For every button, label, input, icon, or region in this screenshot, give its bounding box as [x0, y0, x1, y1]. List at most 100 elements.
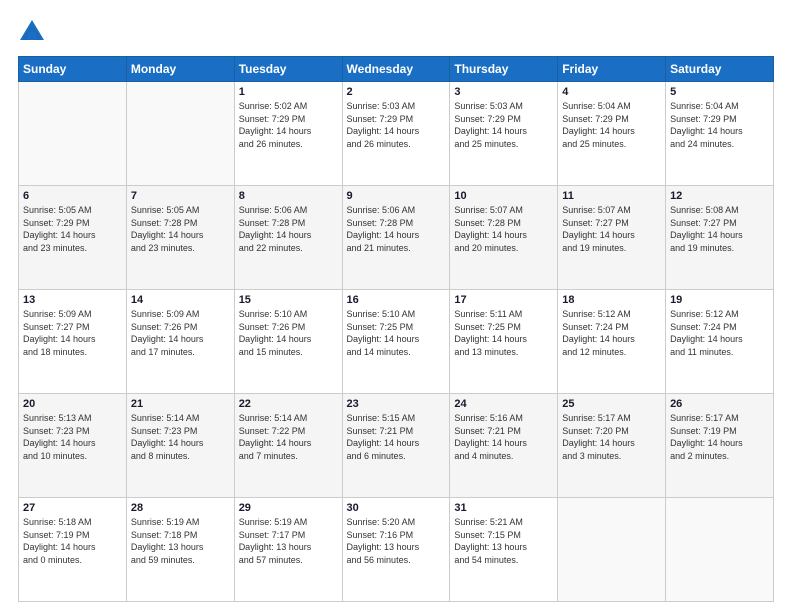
- day-number: 25: [562, 398, 661, 410]
- day-info: Sunrise: 5:05 AM Sunset: 7:28 PM Dayligh…: [131, 204, 230, 254]
- day-info: Sunrise: 5:17 AM Sunset: 7:19 PM Dayligh…: [670, 412, 769, 462]
- day-number: 16: [347, 294, 446, 306]
- day-number: 28: [131, 502, 230, 514]
- calendar-cell: 4 Sunrise: 5:04 AM Sunset: 7:29 PM Daylig…: [558, 82, 666, 186]
- day-number: 14: [131, 294, 230, 306]
- day-number: 2: [347, 86, 446, 98]
- calendar-cell: [558, 498, 666, 602]
- day-info: Sunrise: 5:10 AM Sunset: 7:26 PM Dayligh…: [239, 308, 338, 358]
- day-info: Sunrise: 5:14 AM Sunset: 7:22 PM Dayligh…: [239, 412, 338, 462]
- day-number: 20: [23, 398, 122, 410]
- header-friday: Friday: [558, 57, 666, 82]
- day-info: Sunrise: 5:07 AM Sunset: 7:27 PM Dayligh…: [562, 204, 661, 254]
- day-number: 30: [347, 502, 446, 514]
- calendar-cell: 2 Sunrise: 5:03 AM Sunset: 7:29 PM Daylig…: [342, 82, 450, 186]
- day-number: 12: [670, 190, 769, 202]
- day-number: 7: [131, 190, 230, 202]
- calendar-cell: 10 Sunrise: 5:07 AM Sunset: 7:28 PM Dayli…: [450, 186, 558, 290]
- calendar-cell: 20 Sunrise: 5:13 AM Sunset: 7:23 PM Dayli…: [19, 394, 127, 498]
- calendar-cell: 11 Sunrise: 5:07 AM Sunset: 7:27 PM Dayli…: [558, 186, 666, 290]
- day-number: 17: [454, 294, 553, 306]
- day-number: 19: [670, 294, 769, 306]
- header-thursday: Thursday: [450, 57, 558, 82]
- calendar-cell: [666, 498, 774, 602]
- day-info: Sunrise: 5:08 AM Sunset: 7:27 PM Dayligh…: [670, 204, 769, 254]
- day-number: 27: [23, 502, 122, 514]
- day-info: Sunrise: 5:17 AM Sunset: 7:20 PM Dayligh…: [562, 412, 661, 462]
- day-number: 10: [454, 190, 553, 202]
- calendar-cell: 29 Sunrise: 5:19 AM Sunset: 7:17 PM Dayli…: [234, 498, 342, 602]
- calendar-cell: 22 Sunrise: 5:14 AM Sunset: 7:22 PM Dayli…: [234, 394, 342, 498]
- day-info: Sunrise: 5:04 AM Sunset: 7:29 PM Dayligh…: [670, 100, 769, 150]
- calendar-cell: 15 Sunrise: 5:10 AM Sunset: 7:26 PM Dayli…: [234, 290, 342, 394]
- day-number: 31: [454, 502, 553, 514]
- header: [18, 18, 774, 46]
- calendar-cell: 9 Sunrise: 5:06 AM Sunset: 7:28 PM Daylig…: [342, 186, 450, 290]
- day-number: 21: [131, 398, 230, 410]
- day-info: Sunrise: 5:07 AM Sunset: 7:28 PM Dayligh…: [454, 204, 553, 254]
- calendar-week-row: 6 Sunrise: 5:05 AM Sunset: 7:29 PM Daylig…: [19, 186, 774, 290]
- calendar-cell: 16 Sunrise: 5:10 AM Sunset: 7:25 PM Dayli…: [342, 290, 450, 394]
- calendar-cell: 3 Sunrise: 5:03 AM Sunset: 7:29 PM Daylig…: [450, 82, 558, 186]
- header-tuesday: Tuesday: [234, 57, 342, 82]
- calendar-cell: [19, 82, 127, 186]
- day-number: 13: [23, 294, 122, 306]
- calendar-cell: 14 Sunrise: 5:09 AM Sunset: 7:26 PM Dayli…: [126, 290, 234, 394]
- calendar-cell: 24 Sunrise: 5:16 AM Sunset: 7:21 PM Dayli…: [450, 394, 558, 498]
- day-info: Sunrise: 5:16 AM Sunset: 7:21 PM Dayligh…: [454, 412, 553, 462]
- day-info: Sunrise: 5:21 AM Sunset: 7:15 PM Dayligh…: [454, 516, 553, 566]
- day-info: Sunrise: 5:11 AM Sunset: 7:25 PM Dayligh…: [454, 308, 553, 358]
- header-sunday: Sunday: [19, 57, 127, 82]
- calendar-cell: [126, 82, 234, 186]
- calendar-week-row: 1Sunrise: 5:02 AM Sunset: 7:29 PM Daylig…: [19, 82, 774, 186]
- day-info: Sunrise: 5:13 AM Sunset: 7:23 PM Dayligh…: [23, 412, 122, 462]
- day-number: 3: [454, 86, 553, 98]
- calendar-cell: 18Sunrise: 5:12 AM Sunset: 7:24 PM Dayli…: [558, 290, 666, 394]
- page: Sunday Monday Tuesday Wednesday Thursday…: [0, 0, 792, 612]
- day-info: Sunrise: 5:10 AM Sunset: 7:25 PM Dayligh…: [347, 308, 446, 358]
- day-number: 8: [239, 190, 338, 202]
- calendar-cell: 5 Sunrise: 5:04 AM Sunset: 7:29 PM Daylig…: [666, 82, 774, 186]
- day-number: 4: [562, 86, 661, 98]
- calendar-week-row: 27Sunrise: 5:18 AM Sunset: 7:19 PM Dayli…: [19, 498, 774, 602]
- day-info: Sunrise: 5:05 AM Sunset: 7:29 PM Dayligh…: [23, 204, 122, 254]
- day-info: Sunrise: 5:20 AM Sunset: 7:16 PM Dayligh…: [347, 516, 446, 566]
- calendar-cell: 26 Sunrise: 5:17 AM Sunset: 7:19 PM Dayli…: [666, 394, 774, 498]
- day-number: 29: [239, 502, 338, 514]
- day-info: Sunrise: 5:12 AM Sunset: 7:24 PM Dayligh…: [562, 308, 661, 358]
- calendar-cell: 12 Sunrise: 5:08 AM Sunset: 7:27 PM Dayli…: [666, 186, 774, 290]
- day-info: Sunrise: 5:03 AM Sunset: 7:29 PM Dayligh…: [347, 100, 446, 150]
- logo: [18, 18, 50, 46]
- header-saturday: Saturday: [666, 57, 774, 82]
- calendar-cell: 13Sunrise: 5:09 AM Sunset: 7:27 PM Dayli…: [19, 290, 127, 394]
- calendar-cell: 17 Sunrise: 5:11 AM Sunset: 7:25 PM Dayli…: [450, 290, 558, 394]
- calendar-week-row: 20 Sunrise: 5:13 AM Sunset: 7:23 PM Dayli…: [19, 394, 774, 498]
- calendar-cell: 7 Sunrise: 5:05 AM Sunset: 7:28 PM Daylig…: [126, 186, 234, 290]
- calendar-table: Sunday Monday Tuesday Wednesday Thursday…: [18, 56, 774, 602]
- day-info: Sunrise: 5:04 AM Sunset: 7:29 PM Dayligh…: [562, 100, 661, 150]
- day-number: 24: [454, 398, 553, 410]
- header-monday: Monday: [126, 57, 234, 82]
- calendar-week-row: 13Sunrise: 5:09 AM Sunset: 7:27 PM Dayli…: [19, 290, 774, 394]
- day-info: Sunrise: 5:14 AM Sunset: 7:23 PM Dayligh…: [131, 412, 230, 462]
- day-info: Sunrise: 5:19 AM Sunset: 7:18 PM Dayligh…: [131, 516, 230, 566]
- day-number: 6: [23, 190, 122, 202]
- day-number: 22: [239, 398, 338, 410]
- logo-icon: [18, 18, 46, 46]
- day-number: 26: [670, 398, 769, 410]
- header-wednesday: Wednesday: [342, 57, 450, 82]
- calendar-cell: 8 Sunrise: 5:06 AM Sunset: 7:28 PM Daylig…: [234, 186, 342, 290]
- day-info: Sunrise: 5:19 AM Sunset: 7:17 PM Dayligh…: [239, 516, 338, 566]
- day-info: Sunrise: 5:06 AM Sunset: 7:28 PM Dayligh…: [347, 204, 446, 254]
- calendar-cell: 6 Sunrise: 5:05 AM Sunset: 7:29 PM Daylig…: [19, 186, 127, 290]
- day-number: 5: [670, 86, 769, 98]
- day-number: 11: [562, 190, 661, 202]
- day-info: Sunrise: 5:03 AM Sunset: 7:29 PM Dayligh…: [454, 100, 553, 150]
- day-number: 23: [347, 398, 446, 410]
- day-number: 15: [239, 294, 338, 306]
- day-info: Sunrise: 5:09 AM Sunset: 7:26 PM Dayligh…: [131, 308, 230, 358]
- day-number: 9: [347, 190, 446, 202]
- calendar-cell: 25 Sunrise: 5:17 AM Sunset: 7:20 PM Dayli…: [558, 394, 666, 498]
- calendar-cell: 23Sunrise: 5:15 AM Sunset: 7:21 PM Dayli…: [342, 394, 450, 498]
- day-info: Sunrise: 5:06 AM Sunset: 7:28 PM Dayligh…: [239, 204, 338, 254]
